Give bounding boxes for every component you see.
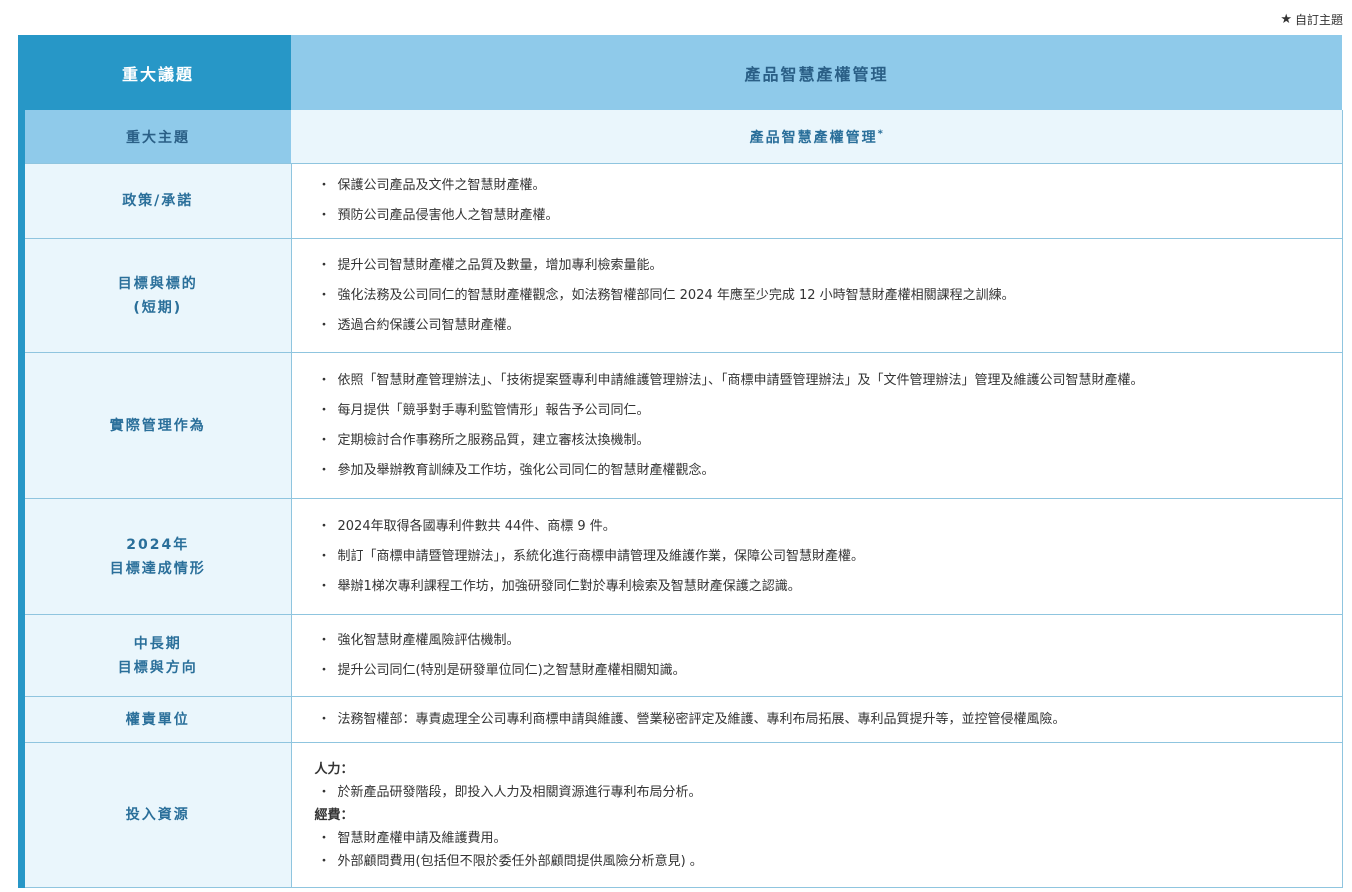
row-label-line: 目標與標的 xyxy=(117,275,198,292)
bullet-list: 2024年取得各國專利件數共 44件、商標 9 件。 制訂「商標申請暨管理辦法」… xyxy=(318,512,1342,602)
row-label-line: 目標達成情形 xyxy=(109,560,206,577)
legend-text: 自訂主題 xyxy=(1294,13,1343,27)
row-label-line: (短期) xyxy=(133,299,183,316)
row-responsible-unit: 權責單位 法務智權部：專責處理全公司專利商標申請與維護、營業秘密評定及維護、專利… xyxy=(25,696,1343,743)
row-label-line: 目標與方向 xyxy=(117,659,198,676)
section-title-budget: 經費： xyxy=(314,807,354,823)
row-content: 保護公司產品及文件之智慧財產權。 預防公司產品侵害他人之智慧財產權。 xyxy=(291,163,1343,239)
row-label-line: 實際管理作為 xyxy=(109,417,206,434)
list-item: 智慧財產權申請及維護費用。 xyxy=(318,827,1342,850)
custom-topic-mark: * xyxy=(877,127,883,139)
row-label-line: 中長期 xyxy=(133,635,182,652)
row-resources: 投入資源 人力： 於新產品研發階段，即投入人力及相關資源進行專利布局分析。 經費… xyxy=(25,742,1343,888)
star-icon: ★ xyxy=(1280,12,1292,27)
legend: ★ 自訂主題 xyxy=(1280,11,1343,28)
row-label: 政策/承諾 xyxy=(25,163,292,239)
row-label-line: 權責單位 xyxy=(125,711,190,728)
subheader-right-text: 產品智慧產權管理 xyxy=(749,129,878,146)
row-content: 人力： 於新產品研發階段，即投入人力及相關資源進行專利布局分析。 經費： 智慧財… xyxy=(291,742,1343,888)
row-content: 2024年取得各國專利件數共 44件、商標 9 件。 制訂「商標申請暨管理辦法」… xyxy=(291,498,1343,615)
list-item: 依照「智慧財產管理辦法」、「技術提案暨專利申請維護管理辦法」、「商標申請暨管理辦… xyxy=(318,366,1342,396)
list-item: 提升公司智慧財產權之品質及數量，增加專利檢索量能。 xyxy=(318,251,1342,281)
list-item: 強化智慧財產權風險評估機制。 xyxy=(318,626,1342,656)
bullet-list: 強化智慧財產權風險評估機制。 提升公司同仁(特別是研發單位同仁)之智慧財產權相關… xyxy=(318,626,1342,686)
row-label: 2024年 目標達成情形 xyxy=(25,498,292,615)
section-title-manpower: 人力： xyxy=(314,761,354,777)
header-row: 重大議題 產品智慧產權管理 xyxy=(25,35,1342,110)
list-item: 制訂「商標申請暨管理辦法」，系統化進行商標申請管理及維護作業，保障公司智慧財產權… xyxy=(318,542,1342,572)
list-item: 保護公司產品及文件之智慧財產權。 xyxy=(318,171,1342,201)
row-content: 法務智權部：專責處理全公司專利商標申請與維護、營業秘密評定及維護、專利布局拓展、… xyxy=(291,696,1343,743)
bullet-list: 依照「智慧財產管理辦法」、「技術提案暨專利申請維護管理辦法」、「商標申請暨管理辦… xyxy=(318,366,1342,486)
bullet-list: 提升公司智慧財產權之品質及數量，增加專利檢索量能。 強化法務及公司同仁的智慧財產… xyxy=(318,251,1342,341)
row-2024-achievement: 2024年 目標達成情形 2024年取得各國專利件數共 44件、商標 9 件。 … xyxy=(25,498,1343,615)
header-right: 產品智慧產權管理 xyxy=(291,35,1342,110)
row-goals-short-term: 目標與標的 (短期) 提升公司智慧財產權之品質及數量，增加專利檢索量能。 強化法… xyxy=(25,238,1343,353)
row-label: 目標與標的 (短期) xyxy=(25,238,292,353)
list-item: 預防公司產品侵害他人之智慧財產權。 xyxy=(318,201,1342,231)
list-item: 2024年取得各國專利件數共 44件、商標 9 件。 xyxy=(318,512,1342,542)
subheader-left: 重大主題 xyxy=(25,110,291,164)
list-item: 提升公司同仁(特別是研發單位同仁)之智慧財產權相關知識。 xyxy=(318,656,1342,686)
row-label-line: 投入資源 xyxy=(125,807,190,823)
bullet-list: 人力： 於新產品研發階段，即投入人力及相關資源進行專利布局分析。 經費： 智慧財… xyxy=(315,758,1342,873)
subheader-right: 產品智慧產權管理* xyxy=(291,110,1343,164)
topic-table: 重大議題 產品智慧產權管理 重大主題 產品智慧產權管理* 政策/承諾 保護公司產… xyxy=(25,35,1343,888)
row-label-line: 政策/承諾 xyxy=(122,193,194,209)
topic-table-wrapper: 重大議題 產品智慧產權管理 重大主題 產品智慧產權管理* 政策/承諾 保護公司產… xyxy=(18,35,1343,888)
row-content: 強化智慧財產權風險評估機制。 提升公司同仁(特別是研發單位同仁)之智慧財產權相關… xyxy=(291,614,1343,697)
row-long-term-goals: 中長期 目標與方向 強化智慧財產權風險評估機制。 提升公司同仁(特別是研發單位同… xyxy=(25,614,1343,697)
row-policy: 政策/承諾 保護公司產品及文件之智慧財產權。 預防公司產品侵害他人之智慧財產權。 xyxy=(25,163,1343,239)
row-label-line: 2024年 xyxy=(126,536,190,553)
row-content: 提升公司智慧財產權之品質及數量，增加專利檢索量能。 強化法務及公司同仁的智慧財產… xyxy=(291,238,1343,353)
list-item: 外部顧問費用(包括但不限於委任外部顧問提供風險分析意見) 。 xyxy=(318,850,1342,873)
bullet-list: 法務智權部：專責處理全公司專利商標申請與維護、營業秘密評定及維護、專利布局拓展、… xyxy=(318,705,1342,735)
row-label: 實際管理作為 xyxy=(25,352,292,499)
row-management-actions: 實際管理作為 依照「智慧財產管理辦法」、「技術提案暨專利申請維護管理辦法」、「商… xyxy=(25,352,1343,499)
list-item: 每月提供「競爭對手專利監管情形」報告予公司同仁。 xyxy=(318,396,1342,426)
list-item: 法務智權部：專責處理全公司專利商標申請與維護、營業秘密評定及維護、專利布局拓展、… xyxy=(318,705,1342,735)
list-item: 舉辦1梯次專利課程工作坊，加強研發同仁對於專利檢索及智慧財產保護之認識。 xyxy=(318,572,1342,602)
row-content: 依照「智慧財產管理辦法」、「技術提案暨專利申請維護管理辦法」、「商標申請暨管理辦… xyxy=(291,352,1343,499)
list-item: 定期檢討合作事務所之服務品質，建立審核汰換機制。 xyxy=(318,426,1342,456)
bullet-list: 保護公司產品及文件之智慧財產權。 預防公司產品侵害他人之智慧財產權。 xyxy=(318,171,1342,231)
subheader-row: 重大主題 產品智慧產權管理* xyxy=(25,110,1343,164)
list-item: 於新產品研發階段，即投入人力及相關資源進行專利布局分析。 xyxy=(318,781,1342,804)
row-label: 投入資源 xyxy=(25,742,292,888)
row-label: 權責單位 xyxy=(25,696,292,743)
row-label: 中長期 目標與方向 xyxy=(25,614,292,697)
list-item: 透過合約保護公司智慧財產權。 xyxy=(318,311,1342,341)
list-item: 參加及舉辦教育訓練及工作坊，強化公司同仁的智慧財產權觀念。 xyxy=(318,456,1342,486)
list-item: 強化法務及公司同仁的智慧財產權觀念，如法務智權部同仁 2024 年應至少完成 1… xyxy=(318,281,1342,311)
header-left: 重大議題 xyxy=(25,35,291,110)
